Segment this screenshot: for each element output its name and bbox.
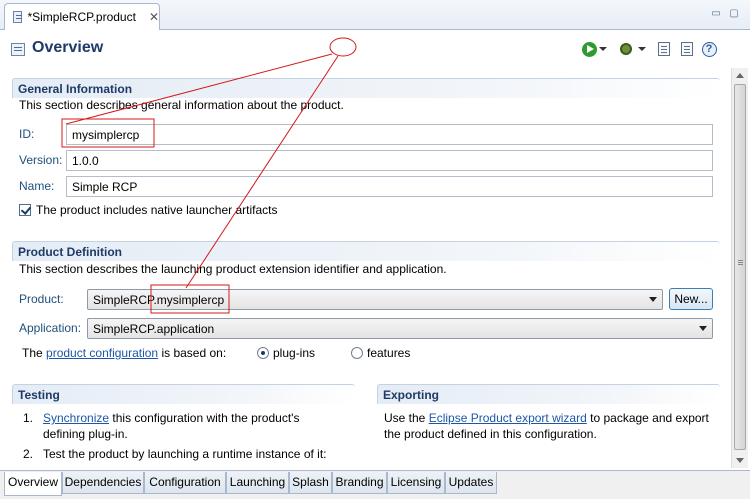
launcher-checkbox[interactable]	[19, 204, 31, 216]
launcher-checkbox-label: The product includes native launcher art…	[36, 203, 278, 217]
testing-item-2-number: 2.	[23, 447, 34, 461]
minimize-icon[interactable]: ▭	[709, 9, 723, 19]
product-label: Product:	[19, 292, 64, 306]
bug-icon	[620, 43, 632, 55]
tab-configuration[interactable]: Configuration	[144, 472, 226, 494]
general-section-description: This section describes general informati…	[19, 98, 344, 112]
testing-item-1-number: 1.	[23, 411, 34, 425]
maximize-icon[interactable]: ▢	[727, 9, 741, 19]
config-basis-line: The product configuration is based on:	[22, 346, 226, 360]
run-icon	[581, 41, 597, 57]
features-radio[interactable]	[351, 347, 363, 359]
product-configuration-link[interactable]: product configuration	[46, 346, 158, 360]
name-field[interactable]: Simple RCP	[66, 176, 713, 197]
product-combo[interactable]: SimpleRCP.mysimplercp	[87, 289, 663, 310]
tab-overview[interactable]: Overview	[4, 472, 62, 496]
chevron-down-icon	[649, 297, 657, 302]
plugins-radio[interactable]	[257, 347, 269, 359]
testing-item-2-text: Test the product by launching a runtime …	[43, 447, 327, 461]
tab-launching[interactable]: Launching	[226, 472, 289, 494]
chevron-down-icon	[699, 326, 707, 331]
product-file-icon	[13, 11, 23, 23]
id-label: ID:	[19, 127, 35, 141]
checklist-icon	[681, 42, 693, 56]
help-icon: ?	[701, 41, 717, 57]
tab-dependencies[interactable]: Dependencies	[62, 472, 144, 494]
testing-item-1-text: this configuration with the product's	[112, 411, 300, 425]
name-label: Name:	[19, 179, 55, 193]
application-label: Application:	[19, 321, 82, 335]
application-combo-value: SimpleRCP.application	[93, 322, 215, 336]
version-label: Version:	[19, 153, 63, 167]
exporting-suffix: to package and export	[590, 411, 709, 425]
general-section-header[interactable]: General Information	[12, 78, 720, 98]
definition-section-description: This section describes the launching pro…	[19, 262, 447, 276]
config-suffix: is based on:	[161, 346, 227, 360]
grip-icon	[738, 260, 743, 261]
validate-button[interactable]	[679, 41, 695, 57]
export-icon	[658, 42, 670, 56]
id-field[interactable]: mysimplercp	[66, 124, 713, 145]
scroll-down-icon[interactable]	[736, 458, 744, 463]
editor-tab[interactable]: *SimpleRCP.product ✕	[4, 3, 160, 30]
close-icon[interactable]: ✕	[149, 10, 159, 24]
editor-tab-title: *SimpleRCP.product	[27, 10, 136, 24]
vertical-scrollbar[interactable]	[731, 68, 748, 468]
exporting-section-header[interactable]: Exporting	[377, 384, 720, 404]
exporting-description: Use the Eclipse Product export wizard to…	[384, 410, 709, 442]
run-button[interactable]	[581, 41, 597, 57]
chevron-down-icon	[599, 47, 607, 51]
product-combo-value: SimpleRCP.mysimplercp	[93, 293, 225, 307]
chevron-down-icon	[638, 47, 646, 51]
page-tab-bar: Overview Dependencies Configuration Laun…	[0, 470, 750, 499]
page-title: Overview	[32, 39, 104, 56]
debug-dropdown[interactable]	[637, 41, 647, 57]
synchronize-link[interactable]: Synchronize	[43, 411, 109, 425]
exporting-prefix: Use the	[384, 411, 426, 425]
new-product-button[interactable]: New...	[669, 288, 713, 310]
application-combo[interactable]: SimpleRCP.application	[87, 318, 713, 339]
run-dropdown[interactable]	[598, 41, 608, 57]
overview-icon	[11, 43, 25, 56]
scroll-up-icon[interactable]	[736, 73, 744, 78]
definition-section-header[interactable]: Product Definition	[12, 241, 720, 261]
tab-branding[interactable]: Branding	[332, 472, 387, 494]
form-header: Overview ?	[0, 30, 750, 68]
testing-section-header[interactable]: Testing	[12, 384, 355, 404]
export-wizard-link[interactable]: Eclipse Product export wizard	[429, 411, 587, 425]
help-button[interactable]: ?	[701, 41, 717, 57]
tab-updates[interactable]: Updates	[445, 472, 497, 494]
editor-tab-bar: *SimpleRCP.product ✕ ▭ ▢	[0, 0, 750, 30]
features-radio-label: features	[367, 346, 411, 360]
version-field[interactable]: 1.0.0	[66, 150, 713, 171]
exporting-line-2: the product defined in this configuratio…	[384, 427, 597, 441]
debug-button[interactable]	[618, 41, 634, 57]
tab-splash[interactable]: Splash	[289, 472, 332, 494]
testing-item-1-text-2: defining plug-in.	[43, 427, 128, 441]
testing-item-1: Synchronize this configuration with the …	[43, 410, 299, 442]
export-button[interactable]	[656, 41, 672, 57]
config-prefix: The	[22, 346, 43, 360]
scroll-thumb[interactable]	[734, 84, 746, 450]
plugins-radio-label: plug-ins	[273, 346, 316, 360]
tab-licensing[interactable]: Licensing	[387, 472, 445, 494]
